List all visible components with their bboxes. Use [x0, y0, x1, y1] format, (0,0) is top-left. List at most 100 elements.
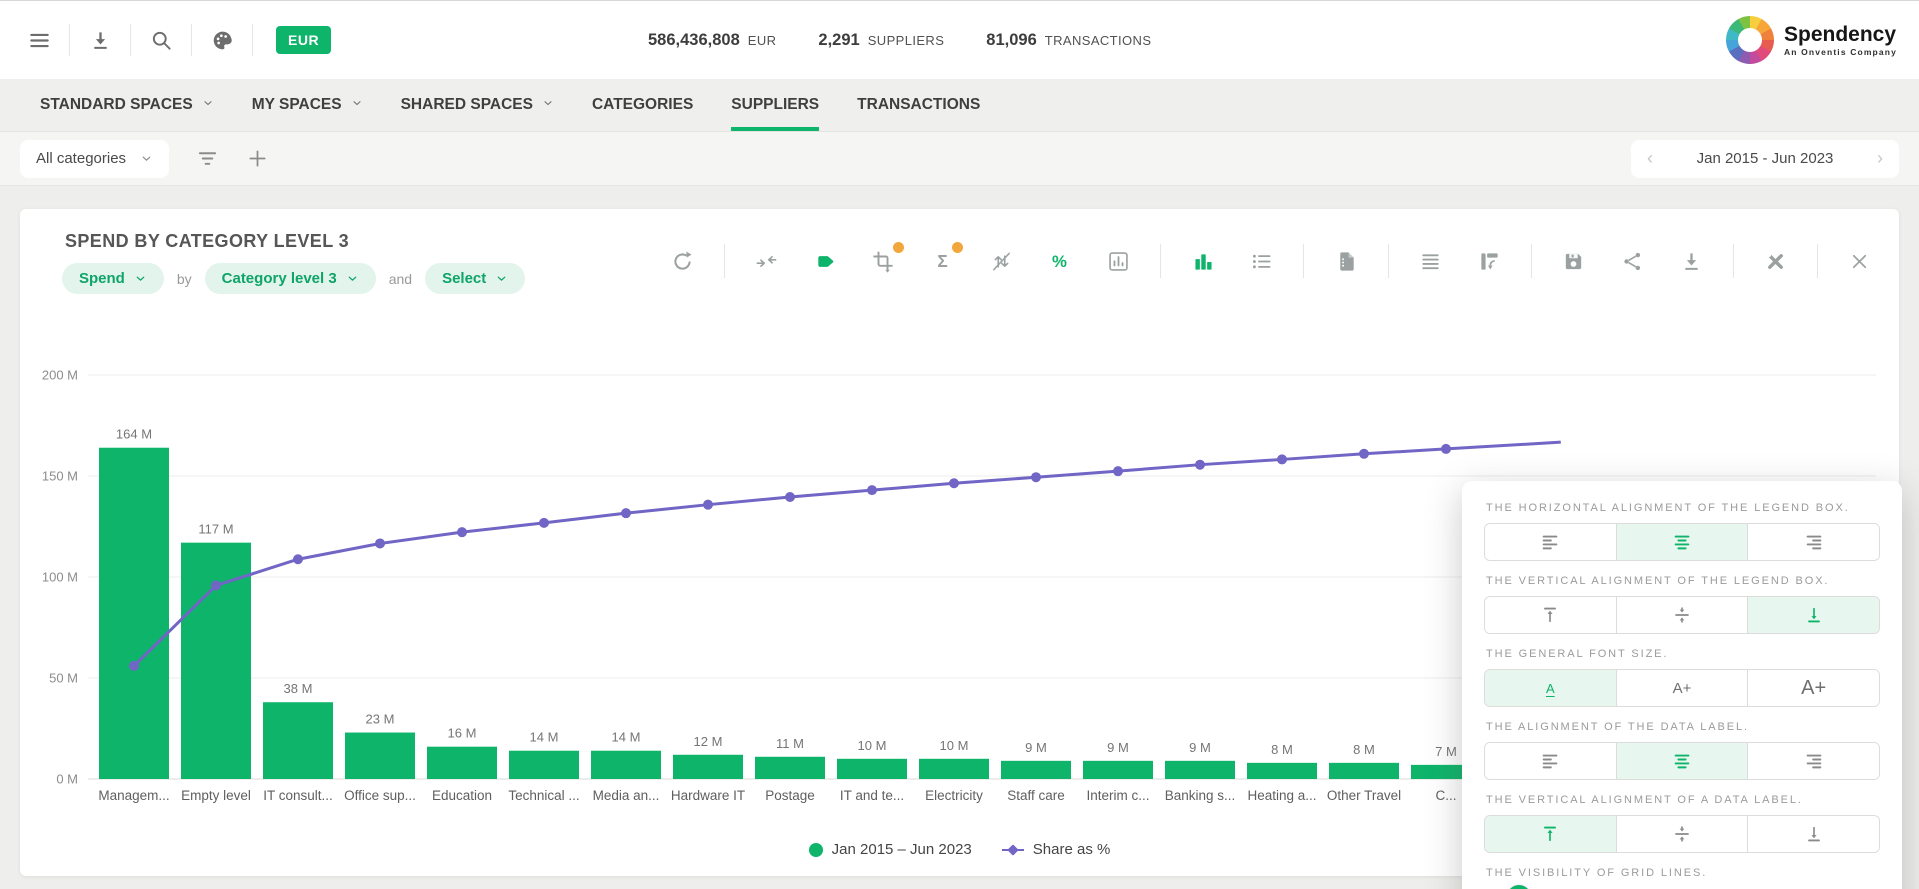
- share-line-point[interactable]: [785, 492, 795, 502]
- share-line-point[interactable]: [293, 554, 303, 564]
- legend-item[interactable]: Jan 2015 – Jun 2023: [809, 841, 972, 858]
- refresh-button[interactable]: [665, 244, 699, 278]
- setting-label: THE VISIBILITY OF GRID LINES.: [1486, 867, 1880, 879]
- setting-label: THE GENERAL FONT SIZE.: [1486, 648, 1880, 660]
- share-line-point[interactable]: [1441, 444, 1451, 454]
- bar[interactable]: [1247, 763, 1317, 779]
- share-line-point[interactable]: [457, 527, 467, 537]
- align-right-button[interactable]: [1747, 524, 1879, 560]
- filter-button[interactable]: [196, 147, 219, 170]
- bar[interactable]: [919, 759, 989, 779]
- search-button[interactable]: [140, 19, 182, 61]
- dimension-dropdown[interactable]: Category level 3: [205, 263, 376, 294]
- save-button[interactable]: [1557, 244, 1591, 278]
- align-bottom-button[interactable]: [1747, 816, 1879, 852]
- align-middle-button[interactable]: [1616, 597, 1748, 633]
- measure-dropdown[interactable]: Spend: [62, 263, 164, 294]
- share-line-point[interactable]: [703, 500, 713, 510]
- bar[interactable]: [509, 751, 579, 779]
- setting-option-group: [1484, 742, 1880, 780]
- align-center-button[interactable]: [1616, 524, 1748, 560]
- y-tick-label: 100 M: [42, 570, 78, 585]
- bar[interactable]: [99, 448, 169, 779]
- bar[interactable]: [345, 733, 415, 779]
- download-button[interactable]: [1674, 244, 1708, 278]
- bar[interactable]: [1165, 761, 1235, 779]
- align-center-icon: [1671, 531, 1693, 553]
- share-line-point[interactable]: [1359, 449, 1369, 459]
- font-large-button[interactable]: A+: [1747, 670, 1879, 706]
- align-top-button[interactable]: [1485, 597, 1616, 633]
- chart-frame-button[interactable]: [1102, 244, 1136, 278]
- list-view-button[interactable]: [1245, 244, 1279, 278]
- export-button[interactable]: [79, 19, 121, 61]
- search-icon: [150, 29, 173, 52]
- bar-chart-button[interactable]: [1186, 244, 1220, 278]
- close-button[interactable]: [1843, 244, 1877, 278]
- font-medium-button[interactable]: A+: [1616, 670, 1748, 706]
- rows-button[interactable]: [1414, 244, 1448, 278]
- previous-period-button[interactable]: ‹: [1631, 148, 1669, 169]
- bar[interactable]: [837, 759, 907, 779]
- next-period-button[interactable]: ›: [1861, 148, 1899, 169]
- logo-name: Spendency: [1784, 23, 1897, 46]
- align-bottom-icon: [1803, 604, 1825, 626]
- align-top-button[interactable]: [1485, 816, 1616, 852]
- merge-arrows-button[interactable]: [749, 244, 783, 278]
- tools-button[interactable]: [1758, 244, 1792, 278]
- bar[interactable]: [263, 702, 333, 779]
- share-line-point[interactable]: [129, 661, 139, 671]
- legend-item[interactable]: Share as %: [1002, 841, 1111, 858]
- x-axis-label: Interim c...: [1086, 788, 1149, 803]
- download-icon: [1680, 250, 1703, 273]
- align-middle-button[interactable]: [1616, 816, 1748, 852]
- tag-button[interactable]: [808, 244, 842, 278]
- bar[interactable]: [1329, 763, 1399, 779]
- align-center-button[interactable]: [1616, 743, 1748, 779]
- bar[interactable]: [673, 755, 743, 779]
- align-bottom-button[interactable]: [1747, 597, 1879, 633]
- report-file-button[interactable]: [1329, 244, 1363, 278]
- align-right-icon: [1803, 750, 1825, 772]
- stat-item: 586,436,808EUR: [648, 31, 776, 50]
- share-line-point[interactable]: [375, 538, 385, 548]
- menu-button[interactable]: [18, 19, 60, 61]
- secondary-dimension-dropdown[interactable]: Select: [425, 263, 525, 294]
- no-sort-button[interactable]: [984, 244, 1018, 278]
- tab-my-spaces[interactable]: MY SPACES: [252, 79, 363, 131]
- font-small-button[interactable]: A: [1485, 670, 1616, 706]
- tab-categories[interactable]: CATEGORIES: [592, 79, 693, 131]
- share-line-point[interactable]: [949, 478, 959, 488]
- tab-shared-spaces[interactable]: SHARED SPACES: [401, 79, 554, 131]
- tab-standard-spaces[interactable]: STANDARD SPACES: [40, 79, 214, 131]
- share-line-point[interactable]: [211, 580, 221, 590]
- bar[interactable]: [427, 747, 497, 779]
- currency-badge[interactable]: EUR: [276, 26, 331, 54]
- theme-button[interactable]: [201, 19, 243, 61]
- add-filter-button[interactable]: [246, 147, 269, 170]
- share-line-point[interactable]: [867, 485, 877, 495]
- share-line-point[interactable]: [1277, 454, 1287, 464]
- bar[interactable]: [1083, 761, 1153, 779]
- share-line-point[interactable]: [621, 508, 631, 518]
- category-filter-dropdown[interactable]: All categories: [20, 140, 169, 178]
- align-left-button[interactable]: [1485, 743, 1616, 779]
- share-button[interactable]: [1615, 244, 1649, 278]
- share-line-point[interactable]: [1113, 466, 1123, 476]
- tab-suppliers[interactable]: SUPPLIERS: [731, 79, 819, 131]
- font-size-label: A+: [1673, 680, 1692, 697]
- bar[interactable]: [591, 751, 661, 779]
- bar[interactable]: [1001, 761, 1071, 779]
- setting-option-group: [1484, 815, 1880, 853]
- sigma-button[interactable]: Σ: [926, 244, 960, 278]
- align-left-button[interactable]: [1485, 524, 1616, 560]
- percent-button[interactable]: %: [1043, 244, 1077, 278]
- share-line-point[interactable]: [1031, 472, 1041, 482]
- crop-button[interactable]: [867, 244, 901, 278]
- share-line-point[interactable]: [1195, 460, 1205, 470]
- align-right-button[interactable]: [1747, 743, 1879, 779]
- tab-transactions[interactable]: TRANSACTIONS: [857, 79, 980, 131]
- bar[interactable]: [755, 757, 825, 779]
- pivot-button[interactable]: [1472, 244, 1506, 278]
- share-line-point[interactable]: [539, 518, 549, 528]
